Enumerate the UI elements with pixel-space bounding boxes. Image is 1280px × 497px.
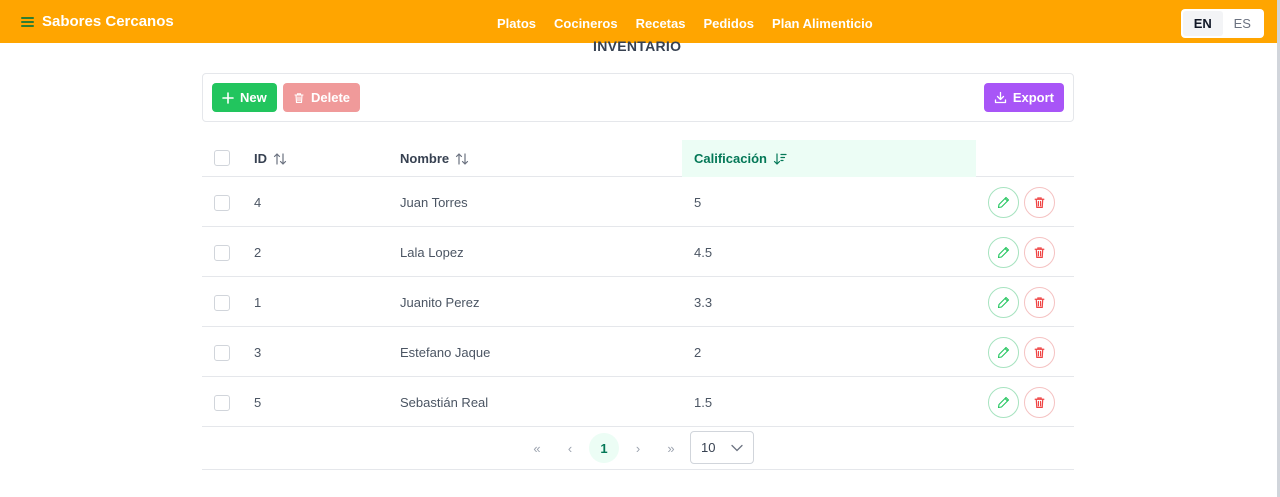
plus-icon [222, 91, 234, 104]
paginator: « ‹ 1 › » 10 [202, 425, 1074, 470]
cell-nombre: Juanito Perez [400, 294, 480, 310]
trash-icon [1034, 347, 1045, 358]
main-nav: Platos Cocineros Recetas Pedidos Plan Al… [497, 0, 873, 47]
nav-recetas[interactable]: Recetas [636, 16, 686, 31]
trash-icon [1034, 297, 1045, 308]
cell-id: 4 [254, 194, 262, 210]
page-title: INVENTARIO [593, 38, 682, 54]
column-label-calificacion: Calificación [694, 151, 767, 166]
lang-es-button[interactable]: ES [1223, 11, 1263, 36]
nav-pedidos[interactable]: Pedidos [703, 16, 754, 31]
table-row: 1 Juanito Perez 3.3 [202, 277, 1074, 327]
delete-row-button[interactable] [1024, 337, 1055, 368]
new-button[interactable]: New [212, 83, 277, 112]
row-checkbox[interactable] [214, 195, 230, 211]
export-button-label: Export [1012, 90, 1054, 105]
cell-calificacion: 3.3 [694, 294, 713, 310]
export-button[interactable]: Export [983, 83, 1064, 112]
first-page-button[interactable]: « [522, 433, 552, 463]
cell-calificacion: 4.5 [694, 244, 713, 260]
trash-icon [294, 92, 304, 103]
delete-row-button[interactable] [1024, 387, 1055, 418]
next-page-button[interactable]: › [623, 433, 653, 463]
chevron-down-icon [731, 444, 743, 451]
download-icon [994, 91, 1006, 104]
trash-icon [1034, 247, 1045, 258]
row-checkbox[interactable] [214, 345, 230, 361]
last-page-button[interactable]: » [656, 433, 686, 463]
data-table: ID Nombre Calificación 4 Juan Torres 5 2… [202, 140, 1074, 427]
edit-button[interactable] [988, 187, 1019, 218]
cell-id: 3 [254, 344, 262, 360]
table-row: 2 Lala Lopez 4.5 [202, 227, 1074, 277]
column-header-calificacion[interactable]: Calificación [682, 140, 976, 177]
cell-calificacion: 2 [694, 344, 702, 360]
page-button-current[interactable]: 1 [589, 433, 619, 463]
row-checkbox[interactable] [214, 395, 230, 411]
delete-row-button[interactable] [1024, 237, 1055, 268]
delete-row-button[interactable] [1024, 187, 1055, 218]
trash-icon [1034, 397, 1045, 408]
toolbar: New Delete Export [202, 73, 1074, 122]
cell-calificacion: 1.5 [694, 394, 713, 410]
nav-plan-alimenticio[interactable]: Plan Alimenticio [772, 16, 873, 31]
pencil-icon [997, 296, 1010, 309]
column-label-nombre: Nombre [400, 151, 450, 166]
prev-page-button[interactable]: ‹ [555, 433, 585, 463]
trash-icon [1034, 197, 1045, 208]
row-checkbox[interactable] [214, 245, 230, 261]
top-bar: Sabores Cercanos Platos Cocineros Receta… [0, 0, 1277, 43]
cell-id: 1 [254, 294, 262, 310]
cell-id: 2 [254, 244, 262, 260]
sort-icon [273, 152, 287, 165]
table-row: 4 Juan Torres 5 [202, 177, 1074, 227]
brand-name: Sabores Cercanos [42, 13, 174, 30]
select-all-checkbox[interactable] [214, 150, 230, 166]
column-header-id[interactable]: ID [254, 140, 287, 177]
delete-row-button[interactable] [1024, 287, 1055, 318]
cell-calificacion: 5 [694, 194, 702, 210]
cell-nombre: Juan Torres [400, 194, 468, 210]
delete-button[interactable]: Delete [283, 83, 361, 112]
nav-platos[interactable]: Platos [497, 16, 536, 31]
edit-button[interactable] [988, 237, 1019, 268]
menu-icon[interactable] [21, 16, 34, 27]
rows-per-page-value: 10 [701, 440, 716, 455]
table-row: 3 Estefano Jaque 2 [202, 327, 1074, 377]
column-label-id: ID [254, 151, 267, 166]
brand[interactable]: Sabores Cercanos [21, 0, 174, 43]
pencil-icon [997, 346, 1010, 359]
cell-nombre: Estefano Jaque [400, 344, 491, 360]
row-checkbox[interactable] [214, 295, 230, 311]
table-header: ID Nombre Calificación [202, 140, 1074, 177]
cell-id: 5 [254, 394, 262, 410]
pencil-icon [997, 396, 1010, 409]
cell-nombre: Sebastián Real [400, 394, 489, 410]
delete-button-label: Delete [311, 90, 351, 105]
rows-per-page-select[interactable]: 10 [690, 431, 754, 464]
cell-nombre: Lala Lopez [400, 244, 464, 260]
edit-button[interactable] [988, 337, 1019, 368]
edit-button[interactable] [988, 287, 1019, 318]
sort-descending-icon [773, 152, 787, 165]
table-row: 5 Sebastián Real 1.5 [202, 377, 1074, 427]
lang-en-button[interactable]: EN [1183, 11, 1223, 36]
nav-cocineros[interactable]: Cocineros [554, 16, 618, 31]
edit-button[interactable] [988, 387, 1019, 418]
language-toggle: EN ES [1181, 9, 1264, 38]
sort-icon [456, 152, 469, 165]
pencil-icon [997, 246, 1010, 259]
new-button-label: New [240, 90, 267, 105]
pencil-icon [997, 196, 1010, 209]
column-header-nombre[interactable]: Nombre [400, 140, 469, 177]
